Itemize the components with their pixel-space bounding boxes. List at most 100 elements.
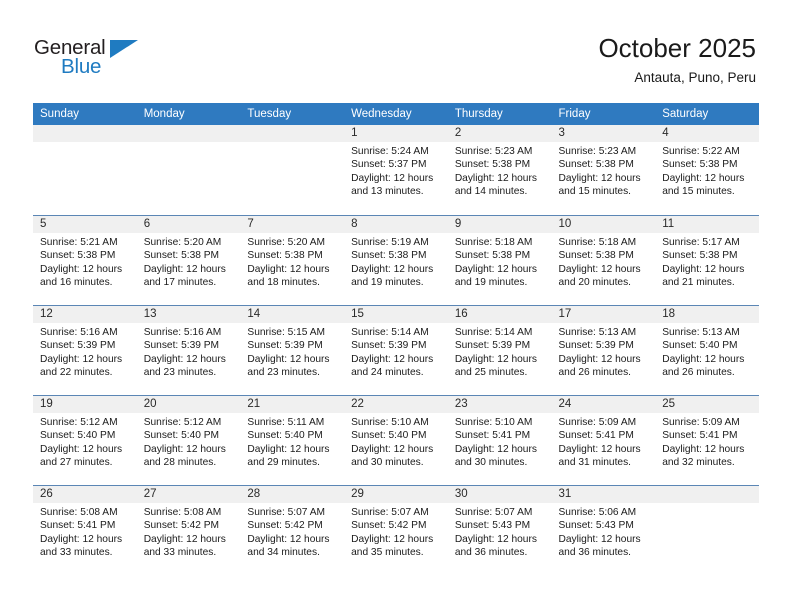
- daylight-text: Daylight: 12 hours and 30 minutes.: [454, 443, 537, 469]
- calendar-cell: 1 Sunrise: 5:24 AM Sunset: 5:37 PM Daylight…: [344, 125, 448, 215]
- calendar-day[interactable]: 30 Sunrise: 5:07 AM Sunset: 5:43 PM Dayligh…: [447, 485, 552, 575]
- calendar-day[interactable]: 14 Sunrise: 5:15 AM Sunset: 5:39 PM Dayligh…: [240, 305, 345, 395]
- calendar-cell: 22 Sunrise: 5:10 AM Sunset: 5:40 PM Dayligh…: [344, 395, 448, 485]
- calendar-day[interactable]: 6 Sunrise: 5:20 AM Sunset: 5:38 PM Daylight…: [136, 215, 241, 305]
- calendar-day[interactable]: 11 Sunrise: 5:17 AM Sunset: 5:38 PM Dayligh…: [655, 215, 759, 305]
- calendar-day-empty: [136, 125, 241, 215]
- day-sun-info: Sunrise: 5:20 AM Sunset: 5:38 PM Daylight:…: [240, 233, 344, 290]
- calendar-day[interactable]: 7 Sunrise: 5:20 AM Sunset: 5:38 PM Daylight…: [240, 215, 345, 305]
- sunrise-text: Sunrise: 5:23 AM: [558, 146, 637, 157]
- day-number: 22: [344, 396, 448, 413]
- day-number: 26: [33, 486, 137, 503]
- calendar-day[interactable]: 31 Sunrise: 5:06 AM Sunset: 5:43 PM Dayligh…: [551, 485, 656, 575]
- calendar-day[interactable]: 18 Sunrise: 5:13 AM Sunset: 5:40 PM Dayligh…: [655, 305, 759, 395]
- calendar-week-row: 26 Sunrise: 5:08 AM Sunset: 5:41 PM Dayligh…: [33, 485, 759, 575]
- daylight-text: Daylight: 12 hours and 28 minutes.: [143, 443, 226, 469]
- calendar-cell: 23 Sunrise: 5:10 AM Sunset: 5:41 PM Dayligh…: [447, 395, 552, 485]
- calendar-week-row: 19 Sunrise: 5:12 AM Sunset: 5:40 PM Dayligh…: [33, 395, 759, 485]
- calendar-cell: 28 Sunrise: 5:07 AM Sunset: 5:42 PM Dayligh…: [240, 485, 345, 575]
- calendar-day[interactable]: 19 Sunrise: 5:12 AM Sunset: 5:40 PM Dayligh…: [33, 395, 137, 485]
- calendar-day[interactable]: 20 Sunrise: 5:12 AM Sunset: 5:40 PM Dayligh…: [136, 395, 241, 485]
- day-sun-info: Sunrise: 5:08 AM Sunset: 5:41 PM Daylight:…: [33, 503, 137, 560]
- sunset-text: Sunset: 5:38 PM: [558, 159, 634, 171]
- daylight-text: Daylight: 12 hours and 24 minutes.: [351, 353, 434, 379]
- sunset-text: Sunset: 5:38 PM: [662, 159, 738, 171]
- calendar-cell: 3 Sunrise: 5:23 AM Sunset: 5:38 PM Daylight…: [551, 125, 656, 215]
- sunset-text: Sunset: 5:38 PM: [143, 250, 220, 262]
- calendar-day[interactable]: 21 Sunrise: 5:11 AM Sunset: 5:40 PM Dayligh…: [240, 395, 345, 485]
- calendar-page: General Blue October 2025 Antauta, Puno,…: [0, 0, 792, 612]
- sunset-text: Sunset: 5:40 PM: [40, 430, 116, 442]
- sunrise-text: Sunrise: 5:09 AM: [558, 417, 637, 428]
- day-number: [240, 125, 345, 142]
- calendar-cell: 11 Sunrise: 5:17 AM Sunset: 5:38 PM Dayligh…: [655, 215, 759, 305]
- day-sun-info: Sunrise: 5:08 AM Sunset: 5:42 PM Daylight:…: [137, 503, 241, 560]
- calendar-day[interactable]: 3 Sunrise: 5:23 AM Sunset: 5:38 PM Daylight…: [551, 125, 656, 215]
- calendar-cell: 17 Sunrise: 5:13 AM Sunset: 5:39 PM Dayligh…: [551, 305, 656, 395]
- calendar-day[interactable]: 2 Sunrise: 5:23 AM Sunset: 5:38 PM Daylight…: [447, 125, 552, 215]
- calendar-day[interactable]: 5 Sunrise: 5:21 AM Sunset: 5:38 PM Daylight…: [33, 215, 137, 305]
- calendar-day[interactable]: 29 Sunrise: 5:07 AM Sunset: 5:42 PM Dayligh…: [344, 485, 448, 575]
- calendar-day[interactable]: 4 Sunrise: 5:22 AM Sunset: 5:38 PM Daylight…: [655, 125, 759, 215]
- calendar-day[interactable]: 16 Sunrise: 5:14 AM Sunset: 5:39 PM Dayligh…: [447, 305, 552, 395]
- calendar-day[interactable]: 8 Sunrise: 5:19 AM Sunset: 5:38 PM Daylight…: [344, 215, 448, 305]
- calendar-day[interactable]: 27 Sunrise: 5:08 AM Sunset: 5:42 PM Dayligh…: [136, 485, 241, 575]
- calendar-cell: 12 Sunrise: 5:16 AM Sunset: 5:39 PM Dayligh…: [33, 305, 137, 395]
- calendar-day[interactable]: 28 Sunrise: 5:07 AM Sunset: 5:42 PM Dayligh…: [240, 485, 345, 575]
- calendar-day[interactable]: 15 Sunrise: 5:14 AM Sunset: 5:39 PM Dayligh…: [344, 305, 448, 395]
- page-header: General Blue October 2025 Antauta, Puno,…: [0, 0, 792, 100]
- calendar-day[interactable]: 22 Sunrise: 5:10 AM Sunset: 5:40 PM Dayligh…: [344, 395, 448, 485]
- calendar-day[interactable]: 25 Sunrise: 5:09 AM Sunset: 5:41 PM Dayligh…: [655, 395, 759, 485]
- day-sun-info: Sunrise: 5:18 AM Sunset: 5:38 PM Daylight:…: [448, 233, 552, 290]
- daylight-text: Daylight: 12 hours and 14 minutes.: [454, 172, 537, 198]
- calendar-day[interactable]: 9 Sunrise: 5:18 AM Sunset: 5:38 PM Daylight…: [447, 215, 552, 305]
- day-sun-info: Sunrise: 5:23 AM Sunset: 5:38 PM Daylight:…: [448, 142, 552, 199]
- calendar-cell: 2 Sunrise: 5:23 AM Sunset: 5:38 PM Daylight…: [447, 125, 552, 215]
- calendar-day[interactable]: 17 Sunrise: 5:13 AM Sunset: 5:39 PM Dayligh…: [551, 305, 656, 395]
- calendar-day[interactable]: 1 Sunrise: 5:24 AM Sunset: 5:37 PM Daylight…: [344, 125, 448, 215]
- daylight-text: Daylight: 12 hours and 22 minutes.: [40, 353, 123, 379]
- sunset-text: Sunset: 5:39 PM: [558, 340, 634, 352]
- daylight-text: Daylight: 12 hours and 33 minutes.: [143, 533, 226, 559]
- sunrise-text: Sunrise: 5:06 AM: [558, 507, 637, 518]
- sunrise-text: Sunrise: 5:12 AM: [143, 417, 222, 428]
- day-sun-info: Sunrise: 5:16 AM Sunset: 5:39 PM Daylight:…: [137, 323, 241, 380]
- calendar-day[interactable]: 10 Sunrise: 5:18 AM Sunset: 5:38 PM Dayligh…: [551, 215, 656, 305]
- calendar-day[interactable]: 23 Sunrise: 5:10 AM Sunset: 5:41 PM Dayligh…: [447, 395, 552, 485]
- sunset-text: Sunset: 5:38 PM: [558, 250, 634, 262]
- sunrise-text: Sunrise: 5:21 AM: [40, 237, 118, 248]
- calendar-day[interactable]: 13 Sunrise: 5:16 AM Sunset: 5:39 PM Dayligh…: [136, 305, 241, 395]
- weekday-header-row: Sunday Monday Tuesday Wednesday Thursday…: [33, 103, 759, 125]
- day-sun-info: Sunrise: 5:07 AM Sunset: 5:42 PM Daylight:…: [240, 503, 344, 560]
- calendar-cell: 6 Sunrise: 5:20 AM Sunset: 5:38 PM Daylight…: [136, 215, 241, 305]
- sunset-text: Sunset: 5:41 PM: [40, 520, 116, 532]
- sunrise-text: Sunrise: 5:11 AM: [247, 417, 325, 428]
- day-number: 4: [655, 125, 759, 142]
- calendar-body: 1 Sunrise: 5:24 AM Sunset: 5:37 PM Daylight…: [33, 125, 759, 575]
- sunset-text: Sunset: 5:40 PM: [351, 430, 427, 442]
- sunset-text: Sunset: 5:38 PM: [454, 250, 531, 262]
- sunrise-text: Sunrise: 5:07 AM: [454, 507, 533, 518]
- sunrise-text: Sunrise: 5:18 AM: [558, 237, 637, 248]
- day-sun-info: Sunrise: 5:23 AM Sunset: 5:38 PM Daylight:…: [552, 142, 656, 199]
- weekday-header-friday: Friday: [551, 103, 656, 125]
- sunset-text: Sunset: 5:38 PM: [351, 250, 427, 262]
- general-blue-logo[interactable]: General Blue: [34, 36, 154, 82]
- calendar-day[interactable]: 26 Sunrise: 5:08 AM Sunset: 5:41 PM Dayligh…: [33, 485, 137, 575]
- daylight-text: Daylight: 12 hours and 36 minutes.: [558, 533, 641, 559]
- page-title: October 2025: [598, 33, 756, 63]
- daylight-text: Daylight: 12 hours and 19 minutes.: [454, 263, 537, 289]
- day-sun-info: Sunrise: 5:13 AM Sunset: 5:40 PM Daylight:…: [655, 323, 759, 380]
- calendar-day[interactable]: 12 Sunrise: 5:16 AM Sunset: 5:39 PM Dayligh…: [33, 305, 137, 395]
- day-number: 17: [551, 306, 656, 323]
- sunset-text: Sunset: 5:42 PM: [351, 520, 427, 532]
- day-number: 2: [447, 125, 552, 142]
- daylight-text: Daylight: 12 hours and 13 minutes.: [351, 172, 434, 198]
- daylight-text: Daylight: 12 hours and 18 minutes.: [247, 263, 330, 289]
- day-sun-info: Sunrise: 5:07 AM Sunset: 5:43 PM Daylight:…: [448, 503, 552, 560]
- calendar-cell: 10 Sunrise: 5:18 AM Sunset: 5:38 PM Dayligh…: [551, 215, 656, 305]
- calendar-day[interactable]: 24 Sunrise: 5:09 AM Sunset: 5:41 PM Dayligh…: [551, 395, 656, 485]
- day-sun-info: Sunrise: 5:10 AM Sunset: 5:41 PM Daylight:…: [448, 413, 552, 470]
- day-number: 24: [551, 396, 656, 413]
- daylight-text: Daylight: 12 hours and 33 minutes.: [40, 533, 123, 559]
